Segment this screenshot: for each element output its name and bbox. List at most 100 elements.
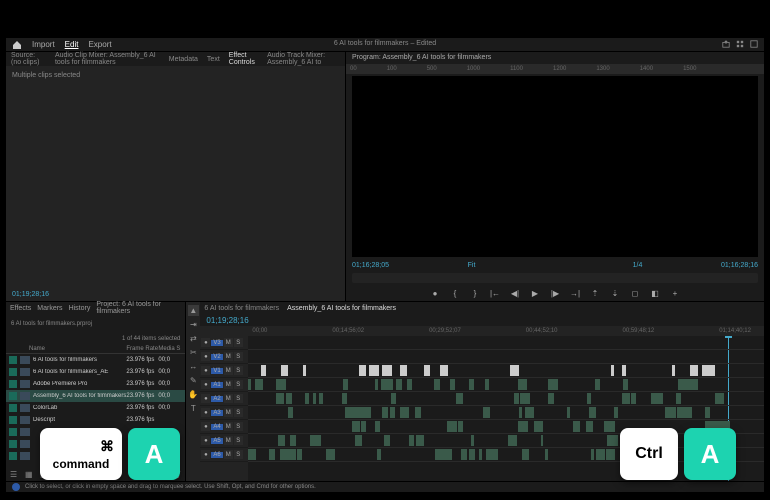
track-header-V3[interactable]: ●V3MS [200, 336, 248, 350]
clip[interactable] [319, 393, 323, 404]
clip[interactable] [326, 449, 335, 460]
clip[interactable] [313, 393, 316, 404]
clip[interactable] [255, 379, 263, 390]
clip[interactable] [551, 379, 558, 390]
extract-button[interactable]: ⇣ [610, 288, 621, 299]
track-label[interactable]: A6 [211, 452, 222, 458]
project-row[interactable]: ColorLab23.976 fps00;0 [6, 402, 185, 414]
solo-button[interactable]: S [234, 338, 243, 347]
clip[interactable] [390, 379, 393, 390]
clip[interactable] [377, 449, 382, 460]
timeline-tab-2[interactable]: Assembly_6 AI tools for filmmakers [287, 305, 396, 312]
clip[interactable] [461, 449, 467, 460]
clip[interactable] [479, 449, 482, 460]
track-A1[interactable] [248, 378, 764, 392]
row-checkbox[interactable] [9, 404, 17, 412]
clip[interactable] [548, 393, 554, 404]
mark-in-button[interactable]: { [450, 288, 461, 299]
solo-button[interactable]: S [234, 422, 243, 431]
clip[interactable] [573, 421, 580, 432]
clip[interactable] [384, 435, 389, 446]
clip[interactable] [458, 421, 463, 432]
clip[interactable] [522, 449, 529, 460]
source-timecode[interactable]: 01;19;28;16 [12, 291, 49, 298]
row-checkbox[interactable] [9, 368, 17, 376]
clip[interactable] [400, 407, 409, 418]
program-zoom[interactable]: 1/4 [633, 262, 643, 269]
clip[interactable] [525, 407, 534, 418]
clip[interactable] [420, 435, 424, 446]
clip[interactable] [611, 365, 615, 376]
clip[interactable] [534, 421, 543, 432]
clip[interactable] [288, 407, 291, 418]
track-label[interactable]: V1 [211, 368, 222, 374]
clip[interactable] [409, 435, 414, 446]
solo-button[interactable]: S [234, 408, 243, 417]
mark-out-button[interactable]: } [470, 288, 481, 299]
clip[interactable] [297, 449, 302, 460]
track-toggle[interactable]: ● [201, 352, 210, 361]
clip[interactable] [586, 421, 593, 432]
clip[interactable] [520, 393, 530, 404]
track-label[interactable]: V2 [211, 354, 222, 360]
clip[interactable] [622, 393, 630, 404]
tab-source[interactable]: Source: (no clips) [11, 52, 46, 66]
slip-tool-icon[interactable]: ↔ [188, 361, 199, 372]
clip[interactable] [683, 379, 693, 390]
clip[interactable] [485, 379, 488, 390]
track-V3[interactable] [248, 336, 764, 350]
clip[interactable] [508, 435, 512, 446]
track-label[interactable]: A3 [211, 410, 222, 416]
tab-project[interactable]: Project: 6 AI tools for filmmakers [96, 301, 181, 315]
clip[interactable] [510, 365, 519, 376]
go-to-in-button[interactable]: |← [490, 288, 501, 299]
clip[interactable] [690, 365, 697, 376]
clip[interactable] [604, 421, 612, 432]
clip[interactable] [342, 393, 347, 404]
solo-button[interactable]: S [234, 394, 243, 403]
razor-tool-icon[interactable]: ✂ [188, 347, 199, 358]
clip[interactable] [359, 365, 367, 376]
tab-history[interactable]: History [69, 305, 91, 312]
clip[interactable] [391, 393, 397, 404]
export-frame-button[interactable]: ◻ [630, 288, 641, 299]
mute-button[interactable]: M [224, 352, 233, 361]
clip[interactable] [443, 449, 452, 460]
row-checkbox[interactable] [9, 356, 17, 364]
clip[interactable] [400, 365, 408, 376]
mute-button[interactable]: M [224, 338, 233, 347]
clip[interactable] [607, 435, 612, 446]
program-time-right[interactable]: 01;16;28;16 [721, 262, 758, 269]
clip[interactable] [435, 449, 442, 460]
clip[interactable] [361, 407, 370, 418]
mute-button[interactable]: M [224, 422, 233, 431]
clip[interactable] [514, 393, 519, 404]
clip[interactable] [261, 365, 265, 376]
project-row[interactable]: 6 AI tools for filmmakers23.976 fps00;0 [6, 354, 185, 366]
clip[interactable] [623, 379, 628, 390]
clip[interactable] [343, 379, 348, 390]
track-label[interactable]: A1 [211, 382, 222, 388]
clip[interactable] [269, 449, 275, 460]
row-checkbox[interactable] [9, 440, 17, 448]
mute-button[interactable]: M [224, 380, 233, 389]
go-to-out-button[interactable]: →| [570, 288, 581, 299]
program-ruler[interactable]: 00100500100011001200130014001500 [346, 64, 764, 74]
program-fit[interactable]: Fit [468, 262, 476, 269]
clip[interactable] [469, 379, 472, 390]
clip[interactable] [289, 393, 293, 404]
clip[interactable] [280, 449, 289, 460]
ripple-edit-tool-icon[interactable]: ⇄ [188, 333, 199, 344]
solo-button[interactable]: S [234, 352, 243, 361]
row-checkbox[interactable] [9, 392, 17, 400]
clip[interactable] [278, 435, 285, 446]
mute-button[interactable]: M [224, 408, 233, 417]
track-label[interactable]: A2 [211, 396, 222, 402]
settings-button[interactable]: + [670, 288, 681, 299]
fullscreen-icon[interactable] [750, 40, 758, 48]
clip[interactable] [672, 365, 675, 376]
timeline-tab-1[interactable]: 6 AI tools for filmmakers [204, 305, 279, 312]
clip[interactable] [665, 407, 674, 418]
add-marker-button[interactable]: ● [430, 288, 441, 299]
clip[interactable] [596, 449, 605, 460]
